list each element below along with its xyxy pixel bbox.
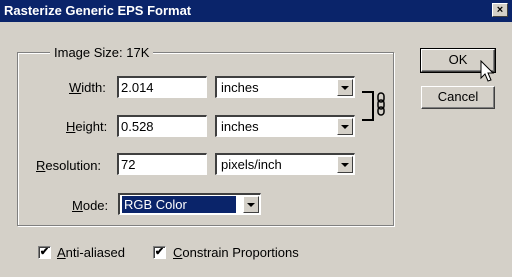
- title-bar: Rasterize Generic EPS Format ×: [0, 0, 512, 22]
- image-size-title: Image Size: 17K: [50, 45, 154, 60]
- cancel-button[interactable]: Cancel: [421, 86, 495, 109]
- height-unit-value: inches: [221, 119, 259, 134]
- resolution-label: Resolution:: [36, 158, 102, 173]
- constrain-proportions-checkbox[interactable]: ✔: [153, 246, 166, 259]
- mode-value: RGB Color: [121, 195, 237, 214]
- height-unit-select[interactable]: inches: [215, 115, 355, 137]
- close-button[interactable]: ×: [492, 3, 508, 17]
- anti-aliased-checkbox[interactable]: ✔: [38, 246, 51, 259]
- width-label: Width:: [69, 80, 106, 95]
- mode-select[interactable]: RGB Color: [118, 193, 261, 215]
- resolution-unit-select[interactable]: pixels/inch: [215, 153, 355, 175]
- chevron-down-icon[interactable]: [337, 156, 353, 173]
- width-input[interactable]: 2.014: [117, 76, 207, 98]
- chevron-down-icon[interactable]: [337, 79, 353, 96]
- constrain-link-bracket: [362, 91, 374, 121]
- mouse-pointer-icon: [480, 60, 495, 82]
- width-unit-select[interactable]: inches: [215, 76, 355, 98]
- chevron-down-icon[interactable]: [243, 196, 259, 213]
- anti-aliased-label: Anti-aliased: [57, 245, 125, 260]
- resolution-unit-value: pixels/inch: [221, 157, 282, 172]
- chain-link-icon: [377, 92, 385, 116]
- width-unit-value: inches: [221, 80, 259, 95]
- constrain-proportions-label: Constrain Proportions: [173, 245, 299, 260]
- resolution-input[interactable]: 72: [117, 153, 207, 175]
- window-title: Rasterize Generic EPS Format: [4, 3, 192, 18]
- chevron-down-icon[interactable]: [337, 118, 353, 135]
- mode-label: Mode:: [72, 198, 109, 213]
- close-icon: ×: [496, 4, 504, 16]
- height-input[interactable]: 0.528: [117, 115, 207, 137]
- height-label: Height:: [66, 119, 108, 134]
